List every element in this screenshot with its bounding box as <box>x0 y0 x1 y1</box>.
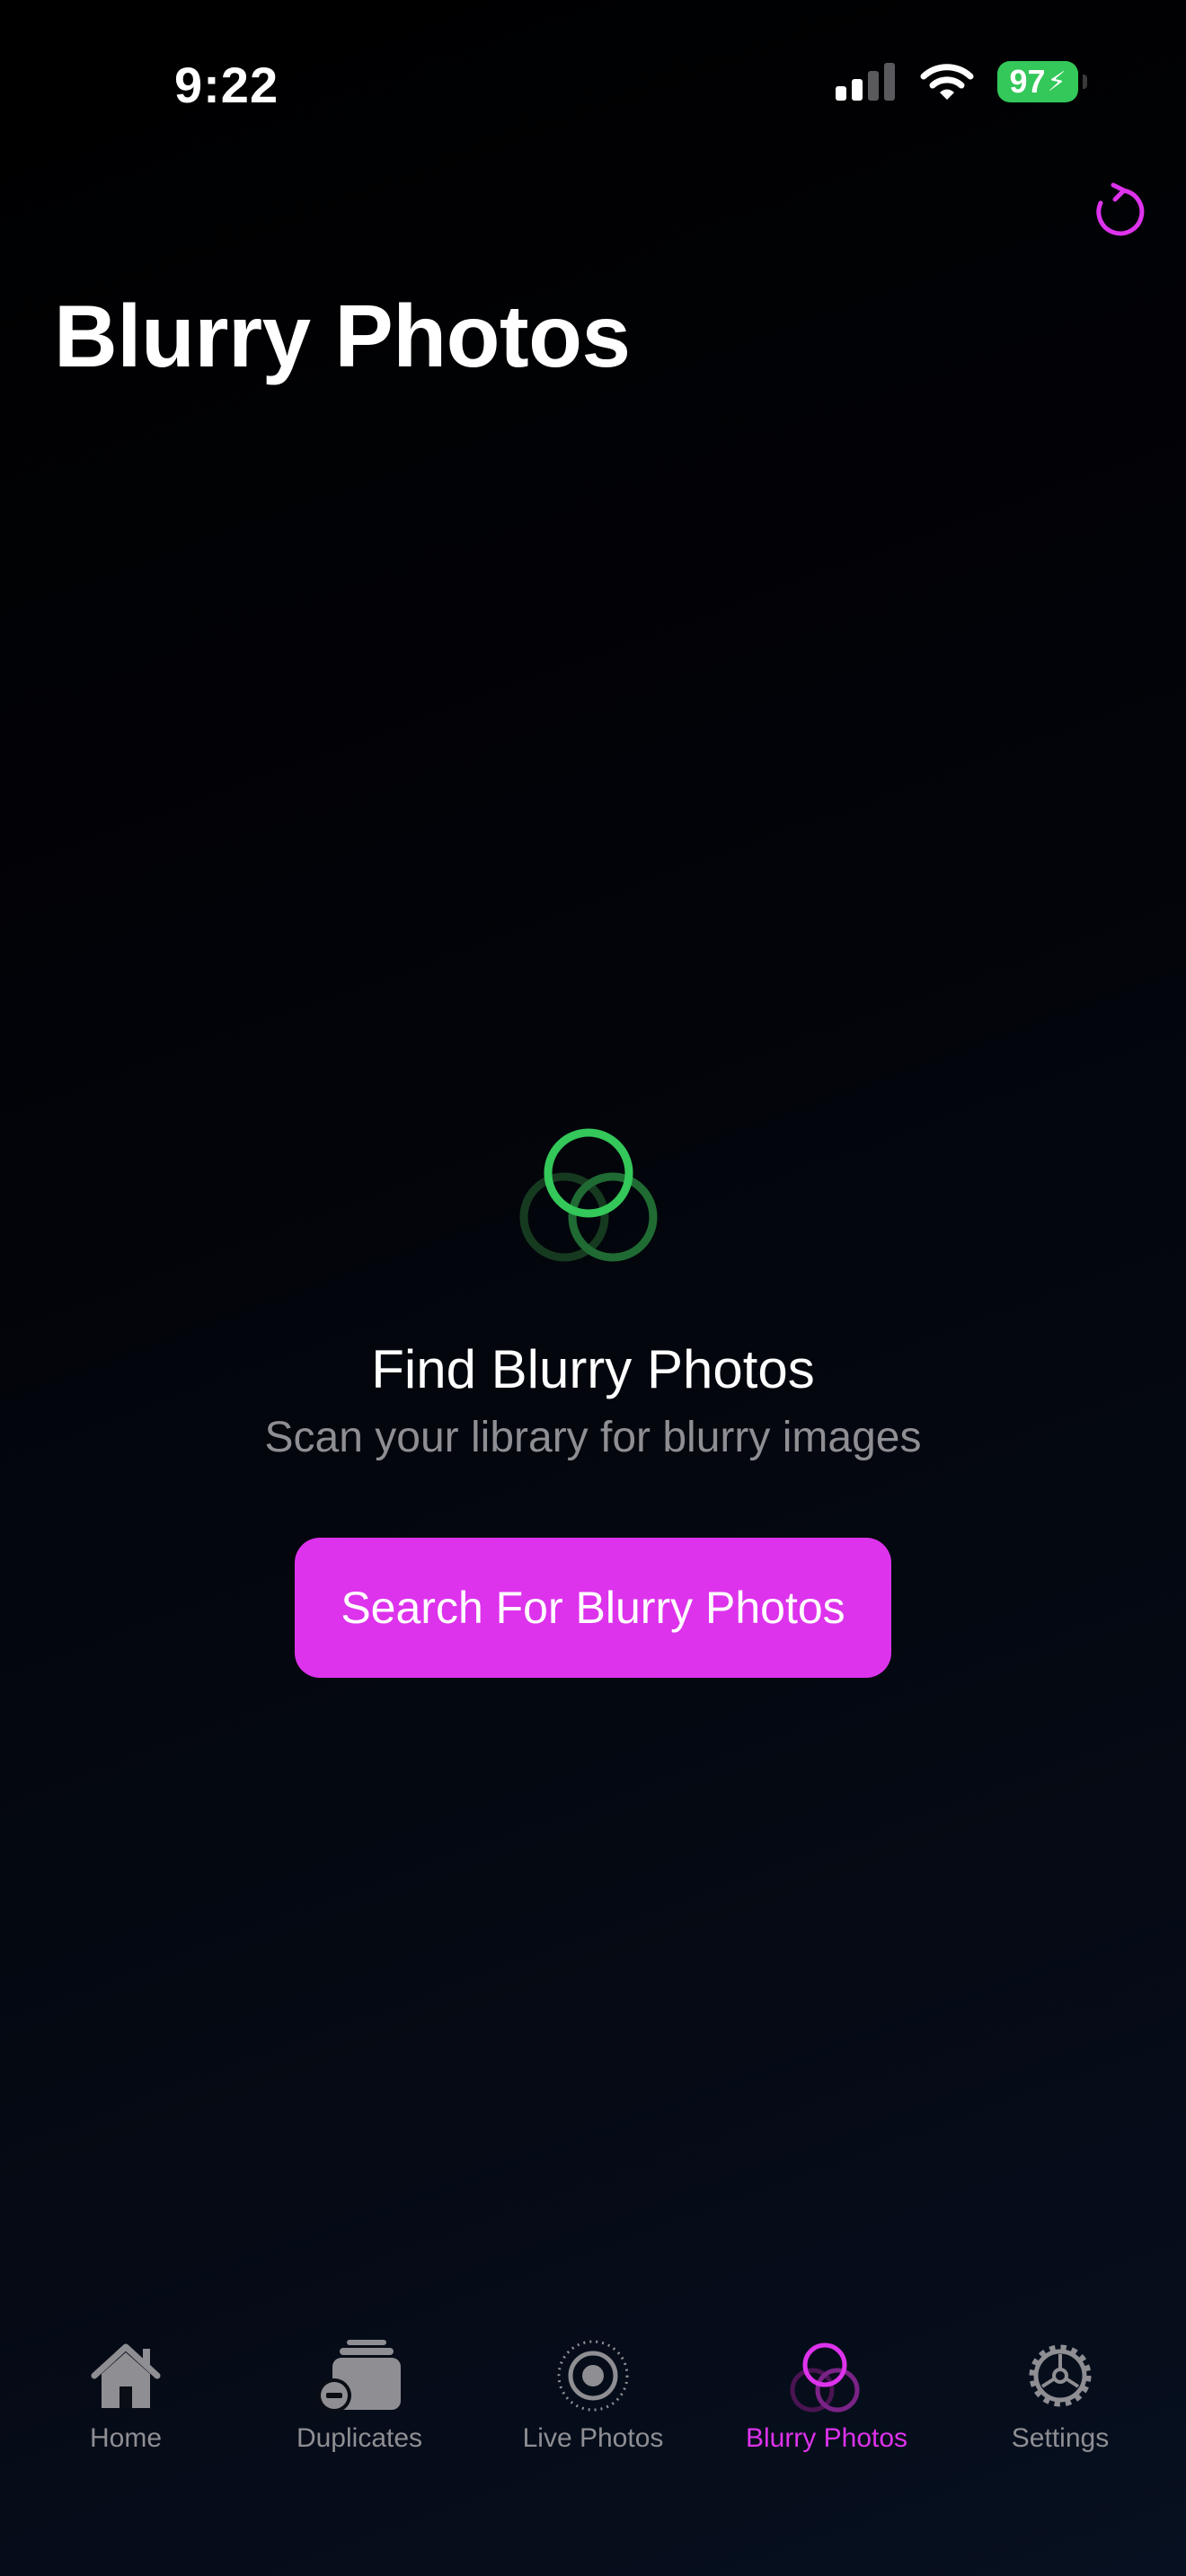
battery-level: 97 <box>1009 63 1046 100</box>
tab-home[interactable]: Home <box>18 2335 234 2454</box>
tab-label: Settings <box>1011 2423 1110 2453</box>
empty-state-heading: Find Blurry Photos <box>371 1339 815 1399</box>
tab-bar: Home Duplicates Live Photos Blurry Photo… <box>0 2335 1186 2576</box>
live-photos-icon <box>550 2335 636 2416</box>
tab-duplicates[interactable]: Duplicates <box>252 2335 467 2454</box>
duplicates-icon <box>316 2335 403 2416</box>
empty-state: Find Blurry Photos Scan your library for… <box>0 1123 1186 1678</box>
wifi-icon <box>920 62 974 101</box>
tab-label: Blurry Photos <box>745 2423 908 2453</box>
cellular-signal-icon <box>836 63 897 101</box>
tab-live-photos[interactable]: Live Photos <box>485 2335 701 2454</box>
tab-blurry-photos[interactable]: Blurry Photos <box>719 2335 934 2454</box>
battery-icon: 97 ⚡ <box>997 61 1087 102</box>
blurry-circles-icon <box>519 1128 658 1262</box>
status-time: 9:22 <box>174 57 279 113</box>
page-title: Blurry Photos <box>54 287 631 385</box>
charging-bolt-icon: ⚡ <box>1047 66 1067 97</box>
blurry-photos-icon <box>783 2335 870 2416</box>
status-icons: 97 ⚡ <box>836 61 1087 102</box>
home-icon <box>83 2335 169 2416</box>
empty-state-subtitle: Scan your library for blurry images <box>264 1414 922 1461</box>
tab-label: Duplicates <box>296 2423 423 2453</box>
gear-icon <box>1017 2335 1103 2416</box>
screen: 9:22 97 ⚡ Blurry Photos Find Blurry Phot… <box>0 0 1186 2576</box>
refresh-icon <box>1096 182 1145 236</box>
refresh-button[interactable] <box>1087 178 1150 241</box>
tab-label: Live Photos <box>522 2423 664 2453</box>
search-blurry-photos-button[interactable]: Search For Blurry Photos <box>295 1538 891 1678</box>
tab-settings[interactable]: Settings <box>952 2335 1168 2454</box>
tab-label: Home <box>89 2423 163 2453</box>
